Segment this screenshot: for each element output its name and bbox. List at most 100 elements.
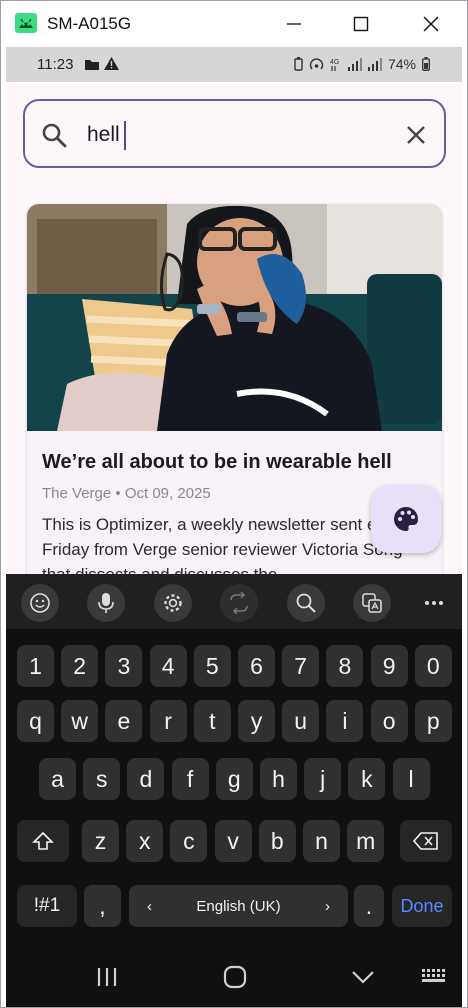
- letter-key-e[interactable]: e: [105, 700, 143, 742]
- letter-key-l[interactable]: l: [392, 758, 430, 800]
- status-indicators: 4G 74%: [294, 56, 430, 72]
- letter-key-y[interactable]: y: [238, 700, 275, 742]
- number-key-5[interactable]: 5: [193, 645, 231, 687]
- emoji-icon: [30, 593, 50, 613]
- letter-key-j[interactable]: j: [304, 758, 342, 800]
- keyboard-icon: [422, 969, 445, 982]
- number-key-0[interactable]: 0: [414, 645, 452, 687]
- maximize-icon: [353, 16, 369, 32]
- close-icon: [423, 16, 439, 32]
- theme-palette-button[interactable]: [371, 485, 441, 553]
- article-source: The Verge: [42, 485, 112, 502]
- shift-icon: [32, 831, 54, 850]
- number-key-6[interactable]: 6: [238, 645, 275, 687]
- letter-key-r[interactable]: r: [149, 700, 187, 742]
- battery-percent: 74%: [387, 56, 416, 72]
- letter-key-f[interactable]: f: [171, 758, 209, 800]
- hide-keyboard-button[interactable]: [348, 964, 378, 990]
- navigation-bar: [6, 946, 462, 1007]
- letter-key-q[interactable]: q: [17, 700, 54, 742]
- clear-search-icon[interactable]: [404, 123, 428, 147]
- more-icon: [425, 601, 443, 605]
- letter-key-a[interactable]: a: [39, 758, 76, 800]
- language-next-arrow: ›: [324, 897, 330, 915]
- comma-key[interactable]: ,: [84, 885, 121, 927]
- letter-key-v[interactable]: v: [214, 820, 252, 862]
- warning-icon: [104, 57, 119, 70]
- article-image: [27, 204, 442, 431]
- letter-key-c[interactable]: c: [170, 820, 208, 862]
- data-4g-icon: 4G: [330, 59, 339, 71]
- voice-input-button[interactable]: [87, 584, 125, 622]
- letter-key-x[interactable]: x: [126, 820, 164, 862]
- letter-key-b[interactable]: b: [258, 820, 296, 862]
- number-key-7[interactable]: 7: [282, 645, 320, 687]
- letter-key-t[interactable]: t: [193, 700, 231, 742]
- minimize-button[interactable]: [274, 9, 314, 39]
- letter-key-i[interactable]: i: [326, 700, 364, 742]
- article-date: Oct 09, 2025: [124, 485, 211, 502]
- number-key-4[interactable]: 4: [149, 645, 187, 687]
- letter-key-m[interactable]: m: [347, 820, 385, 862]
- palette-icon: [394, 507, 418, 531]
- minimize-icon: [287, 23, 301, 25]
- text-edit-icon: [362, 593, 382, 613]
- more-options-button[interactable]: [419, 584, 449, 622]
- number-key-1[interactable]: 1: [17, 645, 54, 687]
- search-icon: [42, 123, 67, 148]
- emoji-button[interactable]: [21, 584, 59, 622]
- home-icon: [223, 965, 247, 989]
- number-key-3[interactable]: 3: [105, 645, 143, 687]
- backspace-icon: [413, 832, 438, 850]
- article-title[interactable]: We’re all about to be in wearable hell: [42, 451, 392, 474]
- letter-key-d[interactable]: d: [127, 758, 165, 800]
- home-button[interactable]: [220, 964, 250, 990]
- battery-saver-icon: [294, 57, 303, 71]
- microphone-icon: [98, 593, 114, 613]
- on-screen-keyboard: !#1 , ‹ English (UK) › . Done 1234567890…: [6, 574, 462, 946]
- keyboard-toolbar: [6, 574, 462, 629]
- space-key[interactable]: ‹ English (UK) ›: [129, 885, 348, 927]
- keyboard-switch-button[interactable]: [420, 964, 450, 990]
- translate-button[interactable]: [220, 584, 258, 622]
- symbols-key[interactable]: !#1: [17, 885, 77, 927]
- text-edit-button[interactable]: [353, 584, 391, 622]
- letter-key-s[interactable]: s: [83, 758, 121, 800]
- language-prev-arrow: ‹: [147, 897, 152, 915]
- letter-key-g[interactable]: g: [215, 758, 253, 800]
- number-key-2[interactable]: 2: [61, 645, 99, 687]
- signal-icon: [347, 58, 362, 71]
- status-time: 11:23: [37, 56, 74, 73]
- search-input[interactable]: [87, 120, 387, 150]
- close-window-button[interactable]: [411, 9, 451, 39]
- folder-icon: [85, 60, 99, 70]
- number-key-9[interactable]: 9: [370, 645, 408, 687]
- signal-2-icon: [367, 58, 382, 71]
- number-key-8[interactable]: 8: [326, 645, 364, 687]
- search-bar[interactable]: [23, 99, 446, 168]
- svg-text:4G: 4G: [330, 59, 339, 66]
- letter-key-o[interactable]: o: [370, 700, 408, 742]
- shift-key[interactable]: [17, 820, 69, 862]
- backspace-key[interactable]: [400, 820, 452, 862]
- letter-key-n[interactable]: n: [303, 820, 340, 862]
- letter-key-p[interactable]: p: [414, 700, 452, 742]
- phone-mirror-window: SM-A015G 11:23 4G 74% hell We’re all abo…: [0, 0, 468, 1008]
- recent-apps-button[interactable]: [92, 964, 122, 990]
- letter-key-w[interactable]: w: [61, 700, 99, 742]
- meta-separator: •: [115, 485, 121, 502]
- hotspot-icon: [309, 58, 324, 70]
- status-bar: 11:23 4G 74%: [6, 47, 462, 82]
- letter-key-h[interactable]: h: [260, 758, 297, 800]
- keyboard-search-button[interactable]: [287, 584, 325, 622]
- letter-key-k[interactable]: k: [348, 758, 386, 800]
- letter-key-u[interactable]: u: [282, 700, 320, 742]
- keyboard-settings-button[interactable]: [154, 584, 192, 622]
- settings-icon: [164, 594, 182, 612]
- recent-apps-icon: [97, 968, 117, 986]
- done-key[interactable]: Done: [392, 885, 452, 927]
- period-key[interactable]: .: [354, 885, 384, 927]
- translate-icon: [230, 592, 248, 614]
- letter-key-z[interactable]: z: [82, 820, 119, 862]
- maximize-button[interactable]: [341, 9, 381, 39]
